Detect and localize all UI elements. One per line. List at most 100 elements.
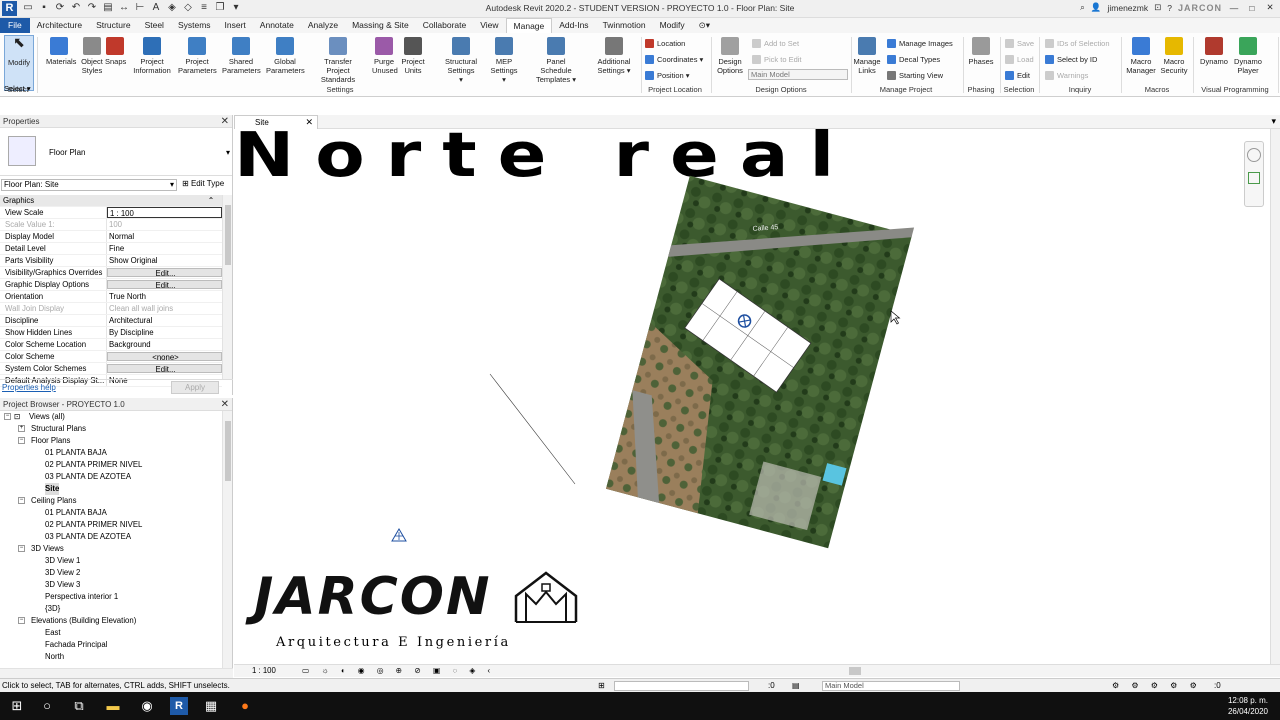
thin-lines-icon[interactable]: ≡	[198, 2, 210, 14]
inquiry-item-1[interactable]: Select by ID	[1045, 53, 1097, 65]
browser-node[interactable]: East	[0, 627, 222, 639]
ribbon-materials-button[interactable]: Materials	[46, 35, 76, 66]
property-value[interactable]: Show Original	[107, 255, 222, 266]
collapse-icon[interactable]: −	[18, 437, 25, 444]
close-icon[interactable]: ✕	[221, 115, 229, 128]
search-icon[interactable]: ⌕	[1080, 2, 1085, 13]
property-edit-button[interactable]: Edit...	[107, 280, 222, 289]
apply-button[interactable]: Apply	[171, 381, 219, 394]
app-icon[interactable]: ◉	[138, 697, 156, 715]
macros-0-button[interactable]: Macro Manager	[1124, 35, 1158, 75]
browser-node[interactable]: − Elevations (Building Elevation)	[0, 615, 222, 627]
help-icon[interactable]: ?	[1167, 3, 1172, 13]
qat-dropdown-icon[interactable]: ▾	[230, 2, 242, 14]
macros-1-button[interactable]: Macro Security	[1157, 35, 1191, 75]
ribbon-panel-schedule-templates-button[interactable]: Panel Schedule Templates ▾	[531, 35, 581, 84]
status-main-model[interactable]: Main Model	[822, 681, 960, 691]
browser-node[interactable]: 3D View 1	[0, 555, 222, 567]
browser-node[interactable]: 3D View 2	[0, 567, 222, 579]
scroll-thumb[interactable]	[225, 421, 231, 481]
browser-scrollbar[interactable]	[222, 411, 232, 668]
property-row[interactable]: Discipline Architectural	[0, 315, 222, 327]
property-row[interactable]: Detail Level Fine	[0, 243, 222, 255]
ribbon-project-units-button[interactable]: Project Units	[399, 35, 427, 75]
canvas-hscroll-thumb[interactable]	[849, 667, 861, 675]
tab-modify[interactable]: Modify	[653, 18, 692, 33]
property-value[interactable]: True North	[107, 291, 222, 302]
browser-node[interactable]: − Ceiling Plans	[0, 495, 222, 507]
close-icon[interactable]: ✕	[305, 116, 313, 129]
sync-icon[interactable]: ⟳	[54, 2, 66, 14]
property-row[interactable]: Show Hidden Lines By Discipline	[0, 327, 222, 339]
view-control-icons[interactable]: ▭ ☼ ◐ ◉ ◎ ⊕ ⊘ ▣ ◌ ◈ ‹	[302, 665, 495, 677]
property-value[interactable]: Fine	[107, 243, 222, 254]
tab-architecture[interactable]: Architecture	[30, 18, 89, 33]
ribbon-mep-settings-button[interactable]: MEP Settings ▾	[490, 35, 518, 84]
task-view-icon[interactable]: ⧉	[70, 697, 88, 715]
property-row[interactable]: Orientation True North	[0, 291, 222, 303]
property-row[interactable]: Wall Join Display Clean all wall joins	[0, 303, 222, 315]
revit-logo[interactable]: R	[2, 1, 17, 16]
tab-manage[interactable]: Manage	[505, 18, 553, 33]
view-scale[interactable]: 1 : 100	[252, 665, 276, 677]
chevron-down-icon[interactable]: ▾	[226, 148, 230, 157]
property-row[interactable]: Graphic Display Options Edit...	[0, 279, 222, 291]
inquiry-item-2[interactable]: Warnings	[1045, 69, 1088, 81]
browser-node[interactable]: 03 PLANTA DE AZOTEA	[0, 531, 222, 543]
property-value[interactable]: Architectural	[107, 315, 222, 326]
close-icon[interactable]: ✕	[221, 398, 229, 411]
browser-node[interactable]: 01 PLANTA BAJA	[0, 447, 222, 459]
location-item-0[interactable]: Location	[645, 37, 685, 49]
browser-node[interactable]: 01 PLANTA BAJA	[0, 507, 222, 519]
browser-node[interactable]: 03 PLANTA DE AZOTEA	[0, 471, 222, 483]
property-edit-button[interactable]: Edit...	[107, 364, 222, 373]
browser-node[interactable]: −3D Views	[0, 543, 222, 555]
filter-count[interactable]: :0	[1214, 679, 1221, 693]
property-value[interactable]: 1 : 100	[107, 207, 222, 218]
property-row[interactable]: Visibility/Graphics Overrides Edit...	[0, 267, 222, 279]
add-to-set-button[interactable]: Add to Set	[752, 37, 799, 49]
dimension-icon[interactable]: ⊢	[134, 2, 146, 14]
save-icon[interactable]: ▪	[38, 2, 50, 14]
main-model-select[interactable]: Main Model	[748, 69, 848, 80]
worksharing-icon[interactable]: ⊞	[598, 679, 605, 693]
manage-links-button[interactable]: Manage Links	[851, 35, 883, 75]
browser-node[interactable]: − Floor Plans	[0, 435, 222, 447]
ribbon-object-styles-button[interactable]: Object Styles	[80, 35, 104, 75]
ribbon-project-information-button[interactable]: Project Information	[133, 35, 171, 75]
phases-button[interactable]: Phases	[967, 35, 995, 66]
steering-wheel-icon[interactable]	[1247, 148, 1261, 162]
selection-item-2[interactable]: Edit	[1005, 69, 1030, 81]
calculator-icon[interactable]: ▦	[202, 697, 220, 715]
tab-systems[interactable]: Systems	[171, 18, 218, 33]
aerial-image[interactable]: Calle 45	[605, 168, 915, 549]
pick-to-edit-button[interactable]: Pick to Edit	[752, 53, 802, 65]
workset-select[interactable]	[614, 681, 749, 691]
properties-help-link[interactable]: Properties help	[2, 383, 56, 392]
browser-node[interactable]: + Structural Plans	[0, 423, 222, 435]
browser-node[interactable]: Site	[0, 483, 222, 495]
minimize-icon[interactable]: —	[1228, 3, 1240, 13]
browser-node[interactable]: 02 PLANTA PRIMER NIVEL	[0, 519, 222, 531]
edit-type-button[interactable]: ⊞ Edit Type	[182, 179, 224, 188]
property-value[interactable]: Clean all wall joins	[107, 303, 222, 314]
visual_programming-0-button[interactable]: Dynamo	[1197, 35, 1231, 66]
tab-dropdown-icon[interactable]: ▾	[1271, 116, 1276, 127]
browser-hscrollbar[interactable]	[0, 668, 233, 678]
tab-structure[interactable]: Structure	[89, 18, 138, 33]
property-row[interactable]: Parts Visibility Show Original	[0, 255, 222, 267]
canvas-scrollbar[interactable]	[1270, 129, 1280, 664]
visual_programming-1-button[interactable]: Dynamo Player	[1231, 35, 1265, 75]
maximize-icon[interactable]: □	[1246, 3, 1258, 13]
open-icon[interactable]: ▭	[22, 2, 34, 14]
inquiry-item-0[interactable]: IDs of Selection	[1045, 37, 1110, 49]
property-edit-button[interactable]: Edit...	[107, 268, 222, 277]
property-row[interactable]: Display Model Normal	[0, 231, 222, 243]
property-value[interactable]: By Discipline	[107, 327, 222, 338]
collapse-icon[interactable]: −	[18, 497, 25, 504]
property-value[interactable]: Normal	[107, 231, 222, 242]
tab-analyze[interactable]: Analyze	[301, 18, 345, 33]
zoom-icon[interactable]	[1248, 172, 1260, 184]
ribbon-global-parameters-button[interactable]: Global Parameters	[266, 35, 305, 75]
ribbon-structural-settings-button[interactable]: Structural Settings ▾	[445, 35, 477, 84]
